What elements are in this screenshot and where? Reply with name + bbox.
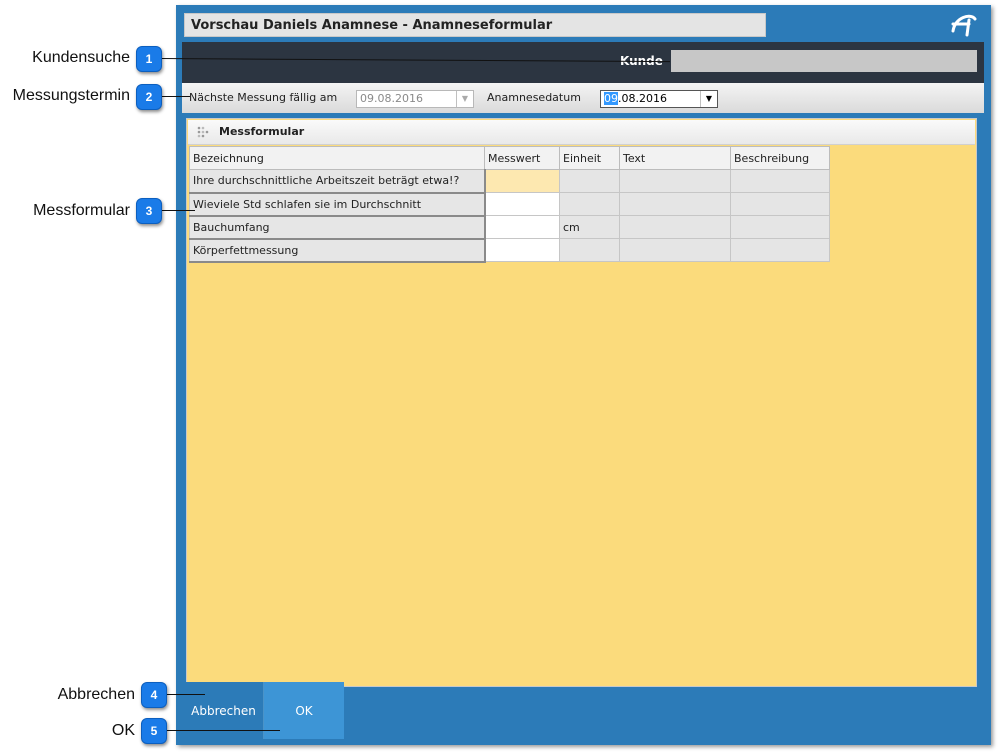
row-beschreibung <box>730 169 830 193</box>
table-row: Körperfettmessung <box>189 238 830 263</box>
callout-badge-5: 5 <box>141 718 167 744</box>
table-row: Ihre durchschnittliche Arbeitszeit beträ… <box>189 169 830 194</box>
next-measurement-date-select[interactable]: 09.08.2016 ▼ <box>356 90 474 108</box>
column-header-einheit[interactable]: Einheit <box>559 146 620 170</box>
row-text <box>619 215 731 239</box>
column-header-bezeichnung[interactable]: Bezeichnung <box>189 146 485 170</box>
callout-badge-3: 3 <box>136 198 162 224</box>
measurement-form: Messformular Bezeichnung Messwert Einhei… <box>186 118 977 687</box>
callout-label-abbrechen: Abbrechen <box>57 686 135 703</box>
callout-label-messungstermin: Messungstermin <box>12 87 130 104</box>
callout-label-messformular: Messformular <box>33 202 130 219</box>
chevron-down-icon[interactable]: ▼ <box>700 91 717 107</box>
callout-leader-2 <box>160 96 190 97</box>
column-header-messwert[interactable]: Messwert <box>484 146 560 170</box>
row-einheit <box>559 192 620 216</box>
measurement-table: Bezeichnung Messwert Einheit Text Beschr… <box>189 146 830 263</box>
anamnesis-date-selected-part: 09 <box>604 92 618 105</box>
callout-badge-2: 2 <box>136 84 162 110</box>
callout-label-ok: OK <box>111 722 135 739</box>
row-einheit <box>559 169 620 193</box>
measurement-date-bar: Nächste Messung fällig am 09.08.2016 ▼ A… <box>182 83 984 113</box>
row-bezeichnung: Wieviele Std schlafen sie im Durchschnit… <box>189 192 486 217</box>
row-text <box>619 192 731 216</box>
callout-leader-3 <box>160 210 195 211</box>
table-header-row: Bezeichnung Messwert Einheit Text Beschr… <box>189 146 830 170</box>
callout-leader-4 <box>165 694 205 695</box>
row-einheit <box>559 238 620 262</box>
dialog-window: Vorschau Daniels Anamnese - Anamneseform… <box>176 5 991 745</box>
row-bezeichnung: Bauchumfang <box>189 215 486 240</box>
callout-badge-4: 4 <box>141 682 167 708</box>
column-header-text[interactable]: Text <box>619 146 731 170</box>
app-logo-icon <box>949 11 979 37</box>
row-messwert-input[interactable] <box>484 169 560 193</box>
drag-dots-icon <box>197 126 209 138</box>
row-einheit: cm <box>559 215 620 239</box>
next-measurement-date-value: 09.08.2016 <box>360 92 423 105</box>
row-text <box>619 238 731 262</box>
row-bezeichnung: Körperfettmessung <box>189 238 486 263</box>
customer-search-input[interactable] <box>671 50 977 72</box>
customer-search-bar: Kunde <box>182 42 984 83</box>
anamnesis-date-select[interactable]: 09.08.2016 ▼ <box>600 90 718 108</box>
row-text <box>619 169 731 193</box>
callout-label-kundensuche: Kundensuche <box>32 49 130 66</box>
callout-leader-5 <box>165 730 280 731</box>
row-messwert-input[interactable] <box>484 238 560 262</box>
next-measurement-label: Nächste Messung fällig am <box>189 91 338 104</box>
callout-badge-1: 1 <box>136 46 162 72</box>
anamnesis-date-rest: .08.2016 <box>618 92 667 105</box>
chevron-down-icon[interactable]: ▼ <box>456 91 473 107</box>
row-messwert-input[interactable] <box>484 215 560 239</box>
row-beschreibung <box>730 238 830 262</box>
column-header-beschreibung[interactable]: Beschreibung <box>730 146 830 170</box>
form-title: Messformular <box>219 125 305 138</box>
row-messwert-input[interactable] <box>484 192 560 216</box>
row-beschreibung <box>730 192 830 216</box>
table-row: Wieviele Std schlafen sie im Durchschnit… <box>189 192 830 217</box>
window-title: Vorschau Daniels Anamnese - Anamneseform… <box>184 13 766 37</box>
table-row: Bauchumfang cm <box>189 215 830 240</box>
anamnesis-date-label: Anamnesedatum <box>487 91 581 104</box>
row-beschreibung <box>730 215 830 239</box>
row-bezeichnung: Ihre durchschnittliche Arbeitszeit beträ… <box>189 169 486 194</box>
form-header: Messformular <box>188 120 975 145</box>
